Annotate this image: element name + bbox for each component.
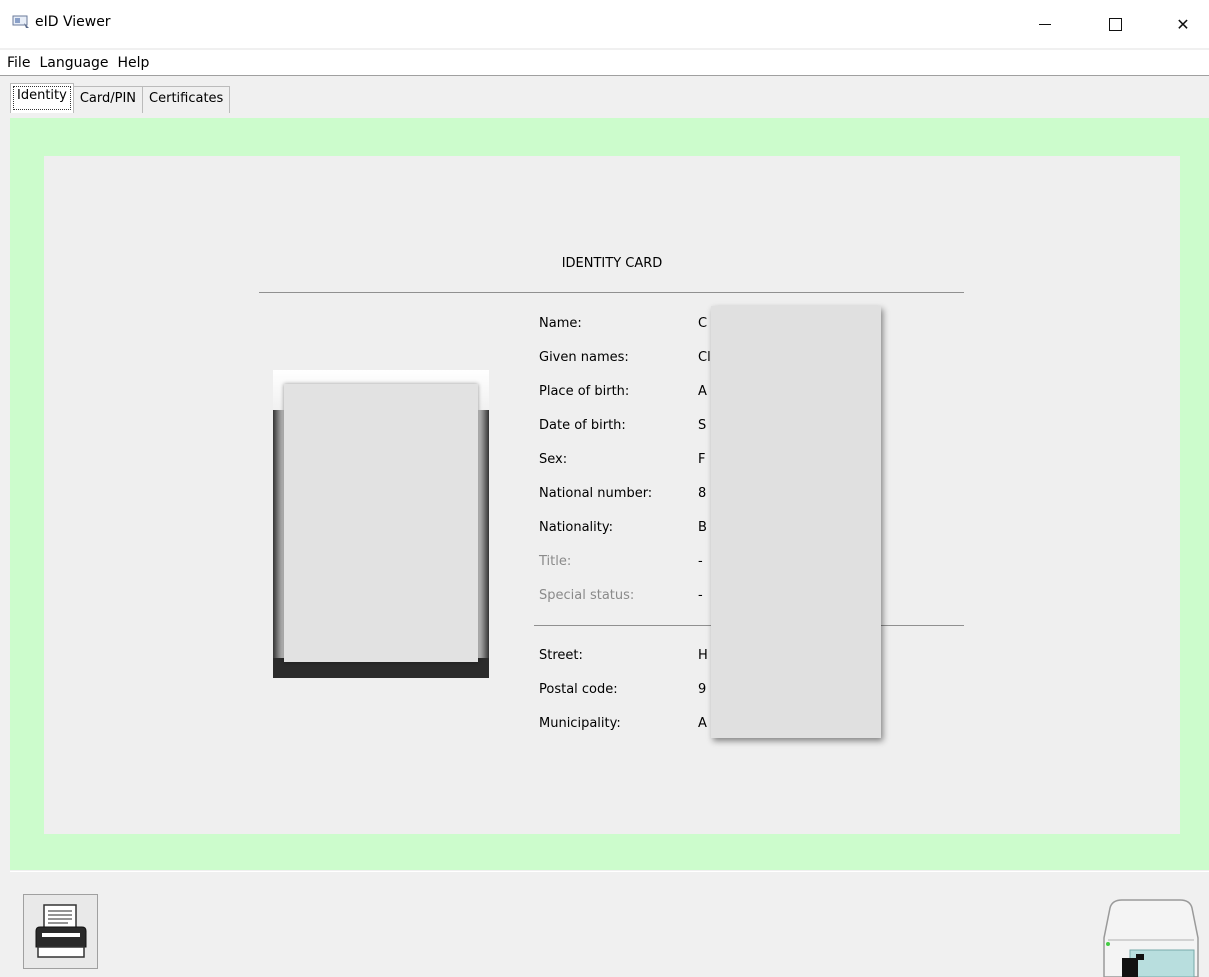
window-title: eID Viewer — [35, 14, 111, 30]
label-street: Street: — [539, 648, 583, 663]
value-nationality: B — [698, 520, 707, 535]
value-street: H — [698, 648, 708, 663]
app-icon — [12, 15, 29, 28]
menu-file[interactable]: File — [2, 55, 34, 71]
identity-panel: IDENTITY CARD Name: C Given names: Cl Pl… — [44, 156, 1180, 834]
value-name: C — [698, 316, 708, 331]
value-sex: F — [698, 452, 706, 467]
card-title: IDENTITY CARD — [44, 256, 1180, 271]
card-reader-icon — [1103, 899, 1199, 977]
label-municipality: Municipality: — [539, 716, 621, 731]
tab-bar: Identity Card/PIN Certificates — [10, 83, 231, 113]
value-given-names: Cl — [698, 350, 711, 365]
label-postal-code: Postal code: — [539, 682, 618, 697]
value-special-status: - — [698, 588, 703, 603]
close-icon[interactable]: ✕ — [1160, 0, 1206, 48]
bottom-separator — [10, 871, 1209, 872]
print-button[interactable] — [23, 894, 98, 969]
menu-bar: File Language Help — [0, 50, 1209, 76]
label-special-status: Special status: — [539, 588, 635, 603]
label-name: Name: — [539, 316, 582, 331]
menu-language[interactable]: Language — [34, 55, 112, 71]
value-national-number: 8 — [698, 486, 707, 501]
title-bar: eID Viewer ✕ — [0, 0, 1209, 48]
card-title-text: IDENTITY CARD — [561, 256, 663, 271]
card-status-frame: IDENTITY CARD Name: C Given names: Cl Pl… — [10, 118, 1209, 870]
identity-photo — [273, 370, 489, 678]
tab-card-pin[interactable]: Card/PIN — [72, 86, 144, 113]
value-date-of-birth: S — [698, 418, 707, 433]
divider-top — [259, 292, 964, 293]
label-sex: Sex: — [539, 452, 568, 467]
label-title: Title: — [539, 554, 572, 569]
maximize-icon[interactable] — [1092, 0, 1138, 48]
minimize-icon[interactable] — [1022, 0, 1068, 48]
printer-icon — [35, 903, 86, 958]
label-national-number: National number: — [539, 486, 653, 501]
value-postal-code: 9 — [698, 682, 707, 697]
photo-redaction — [284, 384, 478, 662]
values-redaction — [711, 306, 881, 738]
value-place-of-birth: A — [698, 384, 707, 399]
tab-identity[interactable]: Identity — [10, 83, 74, 113]
label-given-names: Given names: — [539, 350, 629, 365]
menu-help[interactable]: Help — [113, 55, 154, 71]
value-municipality: A — [698, 716, 707, 731]
label-date-of-birth: Date of birth: — [539, 418, 626, 433]
tab-certificates[interactable]: Certificates — [142, 86, 231, 113]
label-place-of-birth: Place of birth: — [539, 384, 630, 399]
value-title: - — [698, 554, 703, 569]
label-nationality: Nationality: — [539, 520, 614, 535]
